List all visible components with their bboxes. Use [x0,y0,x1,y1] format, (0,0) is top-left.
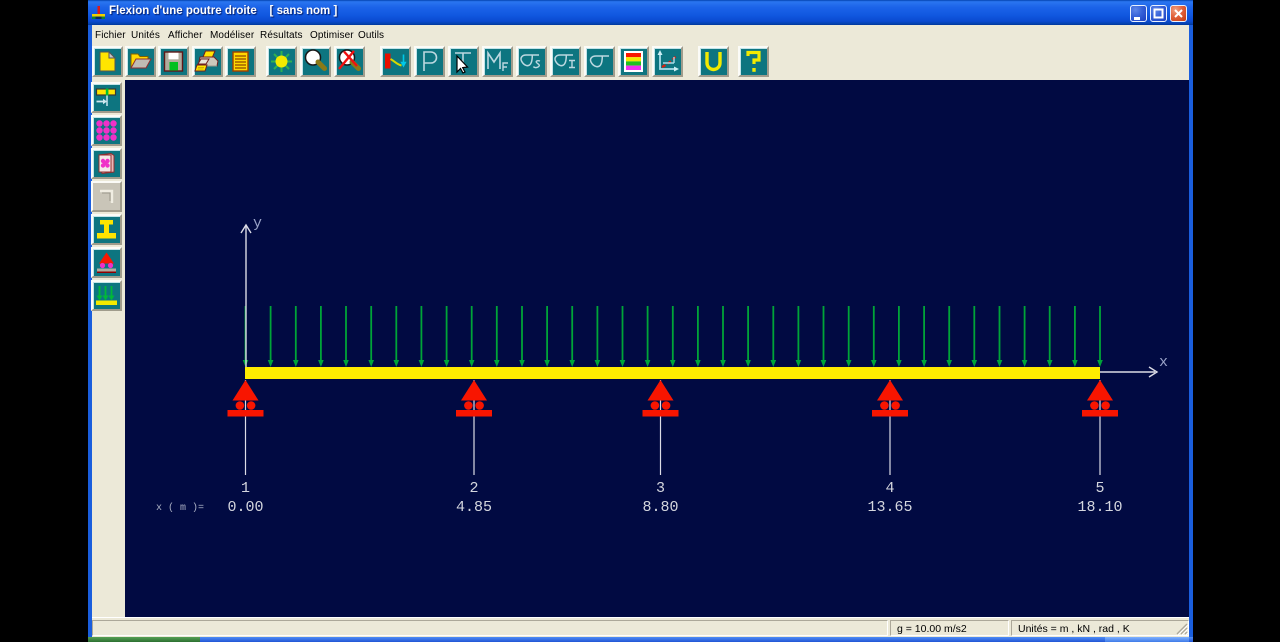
svg-text:4: 4 [885,480,894,497]
svg-text:2: 2 [469,480,478,497]
svg-text:18.10: 18.10 [1077,499,1122,516]
svg-text:x: x [1159,354,1168,371]
svg-text:5: 5 [1095,480,1104,497]
svg-text:4.85: 4.85 [456,499,492,516]
svg-text:3: 3 [656,480,665,497]
svg-text:0.00: 0.00 [227,499,263,516]
svg-text:1: 1 [241,480,250,497]
svg-text:8.80: 8.80 [642,499,678,516]
svg-text:13.65: 13.65 [867,499,912,516]
svg-text:y: y [253,215,262,232]
svg-text:x ( m )=: x ( m )= [156,502,204,514]
